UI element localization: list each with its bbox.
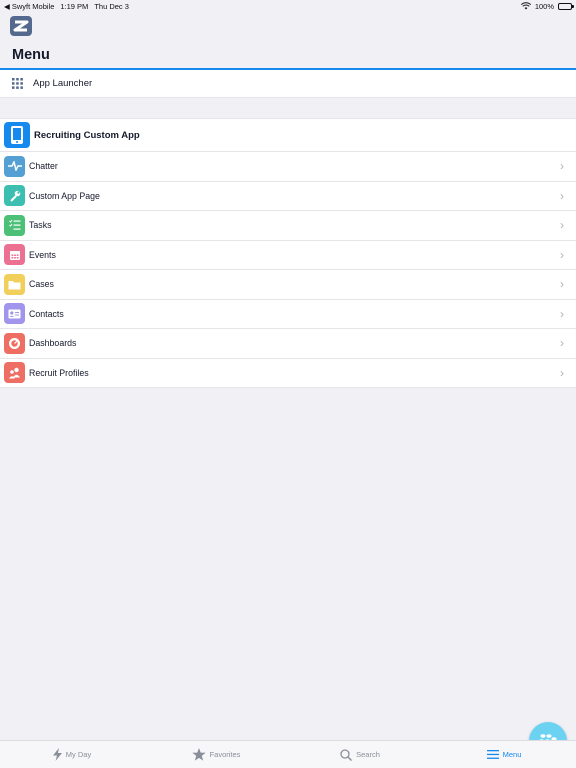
chevron-right-icon: › (560, 365, 564, 380)
app-launcher-label: App Launcher (33, 78, 93, 89)
calendar-icon (4, 244, 25, 266)
menu-item-label: Recruit Profiles (29, 367, 89, 378)
app-header: Recruiting Custom App (0, 119, 576, 152)
chevron-right-icon: › (560, 247, 564, 262)
menu-item-label: Custom App Page (29, 190, 100, 201)
app-title: Recruiting Custom App (34, 129, 140, 141)
battery-icon (558, 2, 574, 10)
menu-item-cases[interactable]: Cases › (0, 270, 576, 300)
tab-menu[interactable]: Menu (432, 741, 576, 768)
menu-item-tasks[interactable]: Tasks › (0, 211, 576, 241)
dashboard-icon (4, 332, 25, 354)
menu-item-contacts[interactable]: Contacts › (0, 300, 576, 329)
menu-item-label: Chatter (29, 161, 58, 172)
status-date: Thu Dec 3 (94, 1, 129, 11)
people-icon (4, 362, 25, 384)
chevron-right-icon: › (560, 218, 564, 233)
chevron-right-icon: › (560, 306, 564, 321)
wrench-icon (4, 185, 25, 207)
menu-item-label: Dashboards (29, 338, 77, 349)
chatter-icon (4, 155, 25, 177)
chevron-right-icon: › (560, 159, 564, 174)
tab-label: Favorites (209, 750, 241, 759)
folder-icon (4, 273, 25, 295)
menu-item-label: Events (29, 249, 56, 260)
menu-item-chatter[interactable]: Chatter › (0, 152, 576, 182)
tab-label: Search (356, 750, 380, 759)
menu-item-dashboards[interactable]: Dashboards › (0, 329, 576, 359)
contact-card-icon (4, 303, 25, 325)
menu-item-events[interactable]: Events › (0, 241, 576, 270)
status-bar: ◀ Swyft Mobile 1:19 PM Thu Dec 3 100% (0, 0, 576, 12)
carrier-label[interactable]: ◀ Swyft Mobile (4, 2, 54, 11)
search-icon (340, 748, 353, 761)
status-time: 1:19 PM (60, 1, 89, 11)
bolt-icon (52, 748, 62, 761)
tab-search[interactable]: Search (288, 741, 432, 768)
page-title: Menu (12, 47, 50, 63)
tab-label: My Day (65, 750, 92, 759)
star-icon (191, 748, 206, 761)
tasks-icon (4, 214, 25, 236)
menu-item-recruit-profiles[interactable]: Recruit Profiles › (0, 359, 576, 388)
chevron-right-icon: › (560, 336, 564, 351)
menu-item-label: Tasks (29, 220, 52, 231)
menu-icon (486, 750, 499, 759)
brand-logo (10, 16, 32, 36)
wifi-icon (520, 2, 531, 10)
tab-label: Menu (502, 750, 522, 759)
chevron-right-icon: › (560, 277, 564, 292)
battery-percent: 100% (534, 1, 554, 11)
menu-item-label: Cases (29, 279, 54, 290)
header: Menu (0, 12, 576, 70)
tab-my-day[interactable]: My Day (0, 741, 144, 768)
tab-bar: My Day Favorites Search Menu (0, 740, 576, 768)
mobile-app-icon (4, 122, 30, 148)
app-menu-section: Recruiting Custom App Chatter › Custom A… (0, 118, 576, 388)
menu-item-custom-app-page[interactable]: Custom App Page › (0, 182, 576, 211)
app-launcher-grid-icon (12, 78, 23, 89)
chevron-right-icon: › (560, 188, 564, 203)
app-launcher-row[interactable]: App Launcher (0, 70, 576, 98)
menu-item-label: Contacts (29, 308, 64, 319)
tab-favorites[interactable]: Favorites (144, 741, 288, 768)
